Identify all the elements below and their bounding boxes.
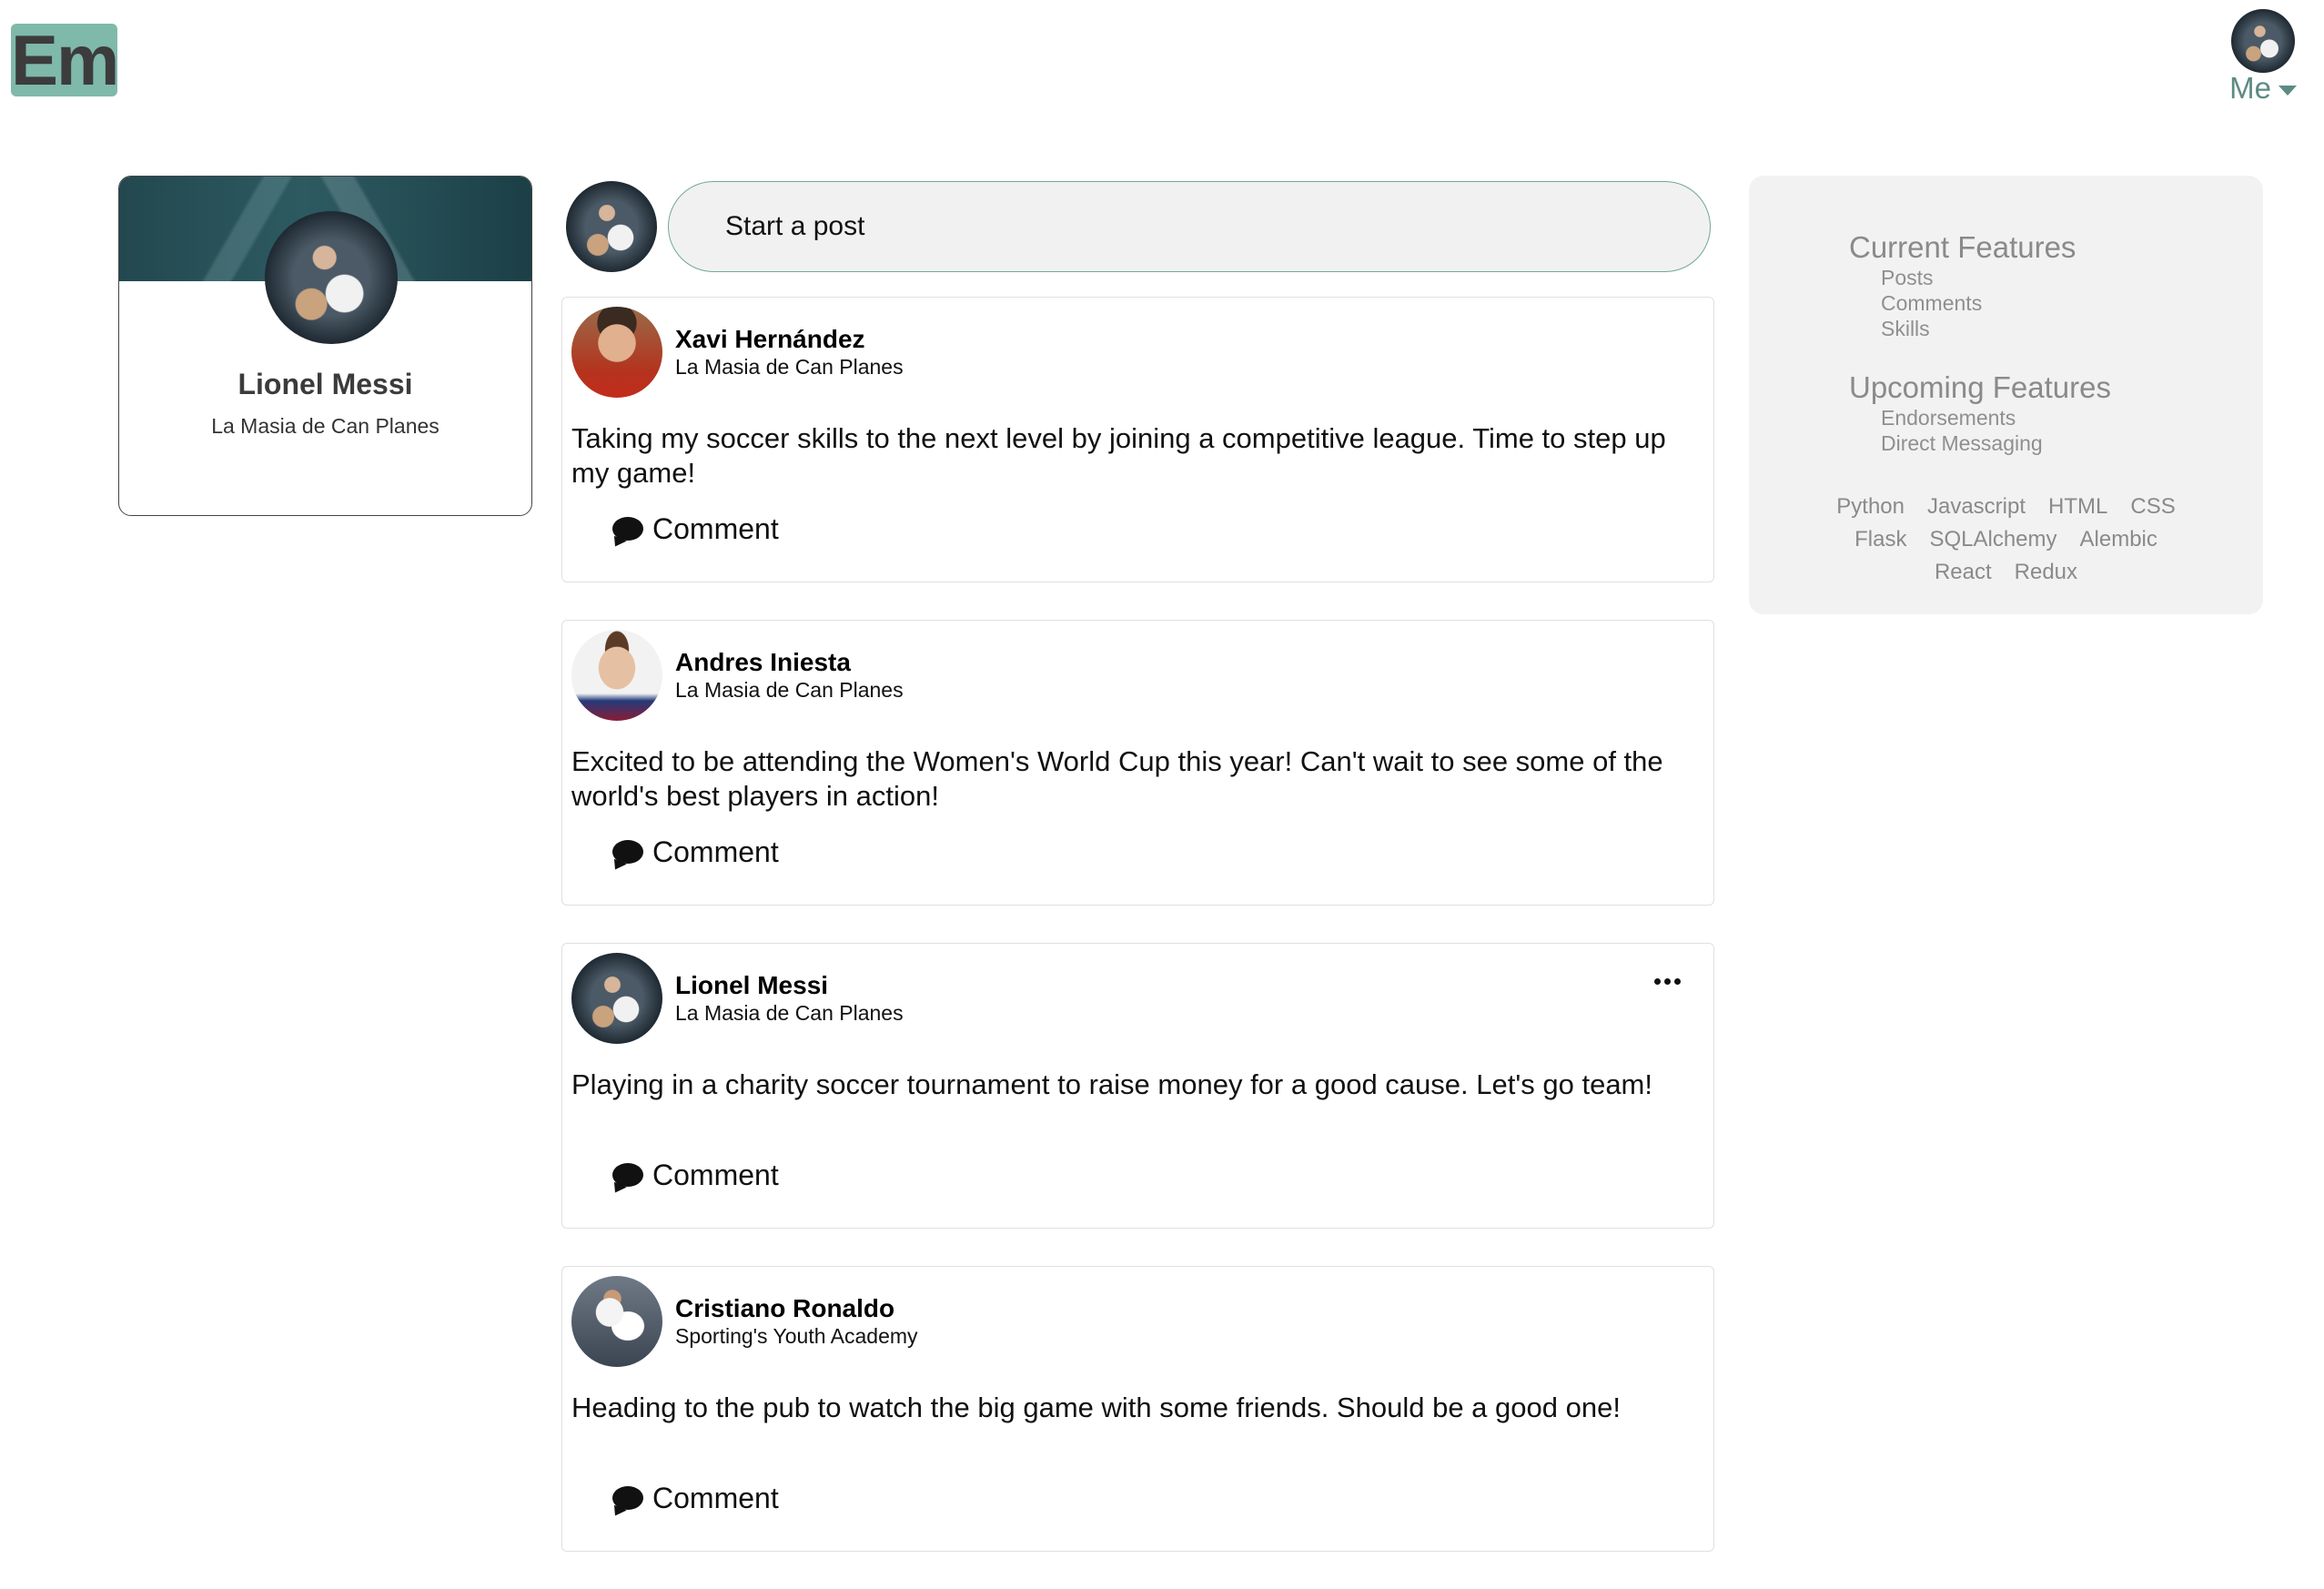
post-card: Lionel Messi La Masia de Can Planes Play… <box>561 943 1714 1229</box>
skill-tag: React <box>1934 560 1992 584</box>
author-name[interactable]: Cristiano Ronaldo <box>675 1294 918 1323</box>
current-features-title: Current Features <box>1849 230 2076 264</box>
skill-tag: HTML <box>2048 494 2108 519</box>
post-body: Taking my soccer skills to the next leve… <box>571 422 1666 489</box>
comment-label: Comment <box>652 512 779 545</box>
author-name[interactable]: Andres Iniesta <box>675 648 904 677</box>
post-feed: Xavi Hernández La Masia de Can Planes Ta… <box>561 297 1714 1589</box>
skill-tag: Flask <box>1854 527 1907 552</box>
author-school: La Masia de Can Planes <box>675 1001 904 1025</box>
author-avatar[interactable] <box>571 1276 662 1367</box>
feature-item: Posts <box>1881 266 1934 289</box>
caret-down-icon <box>2278 85 2297 96</box>
comment-label: Comment <box>652 835 779 868</box>
comment-bubble-icon <box>612 1485 643 1512</box>
author-school: Sporting's Youth Academy <box>675 1324 918 1348</box>
profile-card: Lionel Messi La Masia de Can Planes <box>118 176 532 516</box>
me-dropdown-toggle[interactable]: Me <box>2229 71 2297 106</box>
feature-item: Direct Messaging <box>1881 431 2043 455</box>
comment-label: Comment <box>652 1482 779 1514</box>
post-body: Playing in a charity soccer tournament t… <box>571 1068 1652 1100</box>
feature-item: Skills <box>1881 317 1930 340</box>
comment-button[interactable]: Comment <box>612 1159 779 1192</box>
me-menu[interactable]: Me <box>2215 9 2311 106</box>
post-body: Heading to the pub to watch the big game… <box>571 1392 1621 1423</box>
composer-avatar <box>566 181 657 272</box>
comment-button[interactable]: Comment <box>612 512 779 546</box>
author-name[interactable]: Lionel Messi <box>675 971 904 1000</box>
features-panel: Current Features Posts Comments Skills U… <box>1749 176 2263 614</box>
comment-bubble-icon <box>612 1162 643 1189</box>
profile-name[interactable]: Lionel Messi <box>119 368 531 401</box>
comment-bubble-icon <box>612 839 643 865</box>
author-school: La Masia de Can Planes <box>675 355 904 379</box>
skills-list: Python Javascript HTML CSS Flask SQLAlch… <box>1749 491 2263 589</box>
user-avatar[interactable] <box>2231 9 2295 73</box>
author-avatar[interactable] <box>571 630 662 721</box>
post-card: Cristiano Ronaldo Sporting's Youth Acade… <box>561 1266 1714 1552</box>
post-card: Andres Iniesta La Masia de Can Planes Ex… <box>561 620 1714 906</box>
profile-school: La Masia de Can Planes <box>211 414 440 438</box>
skill-tag: CSS <box>2130 494 2176 519</box>
post-body: Excited to be attending the Women's Worl… <box>571 745 1663 812</box>
more-options-icon[interactable] <box>1654 978 1681 985</box>
skill-tag: Python <box>1836 494 1905 519</box>
comment-button[interactable]: Comment <box>612 1482 779 1515</box>
comment-bubble-icon <box>612 516 643 542</box>
author-school: La Masia de Can Planes <box>675 678 904 702</box>
upcoming-features-title: Upcoming Features <box>1849 370 2111 404</box>
author-name[interactable]: Xavi Hernández <box>675 325 904 354</box>
skill-tag: Alembic <box>2079 527 2157 552</box>
app-logo[interactable]: Em <box>11 24 119 96</box>
skill-tag: SQLAlchemy <box>1929 527 2057 552</box>
post-composer: Start a post <box>566 181 1711 272</box>
feature-item: Comments <box>1881 291 1983 315</box>
skill-tag: Javascript <box>1926 494 2026 519</box>
feature-item: Endorsements <box>1881 406 2016 430</box>
comment-label: Comment <box>652 1159 779 1191</box>
me-label: Me <box>2229 71 2271 105</box>
comment-button[interactable]: Comment <box>612 835 779 869</box>
profile-avatar[interactable] <box>265 211 398 344</box>
start-post-input[interactable]: Start a post <box>668 181 1711 272</box>
skill-tag: Redux <box>2014 560 2078 584</box>
author-avatar[interactable] <box>571 953 662 1044</box>
post-card: Xavi Hernández La Masia de Can Planes Ta… <box>561 297 1714 582</box>
author-avatar[interactable] <box>571 307 662 398</box>
